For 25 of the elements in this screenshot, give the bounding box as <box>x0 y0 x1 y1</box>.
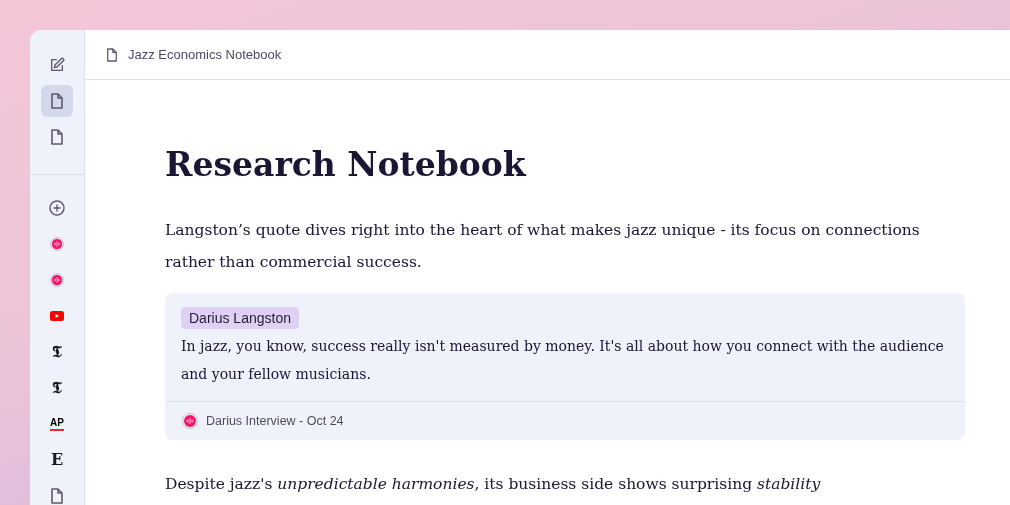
logo-icon: 𝕿 <box>52 344 62 360</box>
sidebar-item[interactable]: 𝕿 <box>41 372 73 404</box>
document-icon <box>50 488 64 504</box>
page-title: Research Notebook <box>165 144 528 186</box>
source-link[interactable]: Darius Interview - Oct 24 <box>206 411 344 431</box>
logo-icon: E <box>50 452 64 468</box>
paragraph: Langston’s quote dives right into the heart of what makes jazz unique - its focus on connections rather than commercial success. <box>165 220 921 273</box>
document-icon <box>106 47 118 62</box>
sidebar-item[interactable] <box>41 85 73 117</box>
speaker-tag: Darius Langston <box>181 307 299 329</box>
paragraph: Despite jazz's unpredictable harmonies, its business side shows surprising stability <box>165 474 822 495</box>
audio-icon <box>50 273 64 287</box>
add-icon <box>49 200 65 216</box>
audio-icon <box>50 237 64 251</box>
edit-icon <box>49 57 65 73</box>
quote-text: In jazz, you know, success really isn't measured by money. It's all about how you connect with the audience and your fellow musicians. <box>181 337 945 384</box>
sidebar-item[interactable]: E <box>41 444 73 476</box>
document-icon <box>50 129 64 145</box>
logo-icon: 𝕿 <box>52 380 62 396</box>
document-tab-title: Jazz Economics Notebook <box>128 45 282 64</box>
sidebar-item[interactable]: 𝕿 <box>41 336 73 368</box>
sidebar-item[interactable]: AP <box>41 408 73 440</box>
document-icon <box>50 93 64 109</box>
audio-icon <box>182 413 198 429</box>
video-icon <box>50 311 64 321</box>
